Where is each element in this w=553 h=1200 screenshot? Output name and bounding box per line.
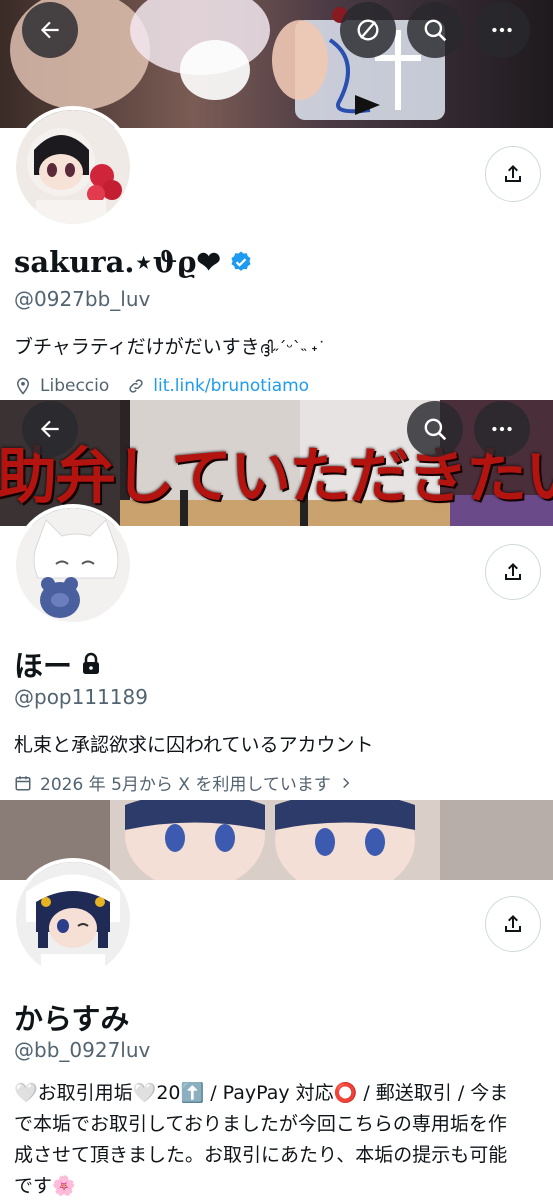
display-name: ほー (14, 643, 102, 685)
profile-link[interactable]: lit.link/brunotiamo (153, 376, 309, 396)
bio-line: 🤍お取引用垢🤍20⬆️ / PayPay 対応⭕️ / 郵送取引 / 今ま (14, 1082, 509, 1104)
handle: @bb_0927luv (14, 1038, 151, 1062)
link-icon (129, 379, 143, 393)
banner-caption: 助弁していただきたい (0, 441, 553, 512)
lock-icon (83, 652, 100, 674)
share-button[interactable] (485, 146, 541, 202)
share-button[interactable] (485, 544, 541, 600)
profile-meta-1: Libeccio lit.link/brunotiamo (14, 376, 309, 396)
profile-panel-3: からすみ @bb_0927luv 🤍お取引用垢🤍20⬆️ / PayPay 対応… (0, 800, 553, 1200)
no-symbol-icon (357, 19, 379, 41)
bio-kaomoji: ദ്ദി˶ˊᵕˋ˵ ˖˙ (259, 338, 326, 357)
display-name-text: からすみ (14, 1002, 130, 1036)
share-icon (505, 165, 521, 182)
calendar-icon (15, 775, 31, 790)
bio-text: ブチャラティだけがだいすき (14, 336, 260, 358)
mute-button[interactable] (340, 2, 396, 58)
profile-panel-1: sakura.⋆ϑϱ❤ @0927bb_luv ブチャラティだけがだいすきദ്ദ… (0, 0, 553, 400)
display-name: sakura.⋆ϑϱ❤ (14, 245, 253, 279)
bio-line: 成させて頂きました。お取引にあたり、本垢の提示も可能 (14, 1144, 508, 1166)
verified-badge-icon (231, 251, 251, 271)
share-icon (505, 563, 521, 580)
back-arrow-icon (40, 21, 59, 39)
more-icon (492, 426, 512, 432)
search-button[interactable] (407, 2, 463, 58)
bio: ブチャラティだけがだいすきദ്ദി˶ˊᵕˋ˵ ˖˙ (14, 332, 539, 363)
display-name-text: sakura.⋆ϑϱ❤ (14, 245, 221, 279)
location-icon (16, 377, 30, 395)
location-text: Libeccio (40, 376, 110, 396)
display-name: からすみ (14, 996, 129, 1038)
avatar[interactable] (12, 504, 134, 626)
avatar[interactable] (12, 858, 134, 980)
back-button[interactable] (22, 401, 78, 457)
handle: @0927bb_luv (14, 287, 151, 311)
search-icon (424, 418, 447, 441)
more-icon (492, 27, 512, 33)
back-button[interactable] (22, 2, 78, 58)
joined-date[interactable]: 2026 年 5月から X を利用しています (14, 770, 353, 795)
avatar[interactable] (12, 106, 134, 228)
search-icon (424, 19, 447, 42)
joined-text: 2026 年 5月から X を利用しています (40, 775, 331, 795)
bio: 🤍お取引用垢🤍20⬆️ / PayPay 対応⭕️ / 郵送取引 / 今ま で本… (14, 1078, 539, 1200)
bio-line: です🌸 (14, 1175, 76, 1197)
back-arrow-icon (40, 420, 59, 438)
search-button[interactable] (407, 401, 463, 457)
profile-panel-2: 助弁していただきたい ほー @pop111189 札束と承認欲求に囚われているア… (0, 400, 553, 800)
bio: 札束と承認欲求に囚われているアカウント (14, 734, 374, 756)
display-name-text: ほー (14, 649, 73, 683)
share-icon (505, 915, 521, 932)
handle: @pop111189 (14, 685, 148, 709)
more-button[interactable] (474, 2, 530, 58)
chevron-right-icon (342, 777, 350, 788)
share-button[interactable] (485, 896, 541, 952)
bio-line: で本垢でお取引しておりましたが今回こちらの専用垢を作 (14, 1113, 507, 1135)
more-button[interactable] (474, 401, 530, 457)
